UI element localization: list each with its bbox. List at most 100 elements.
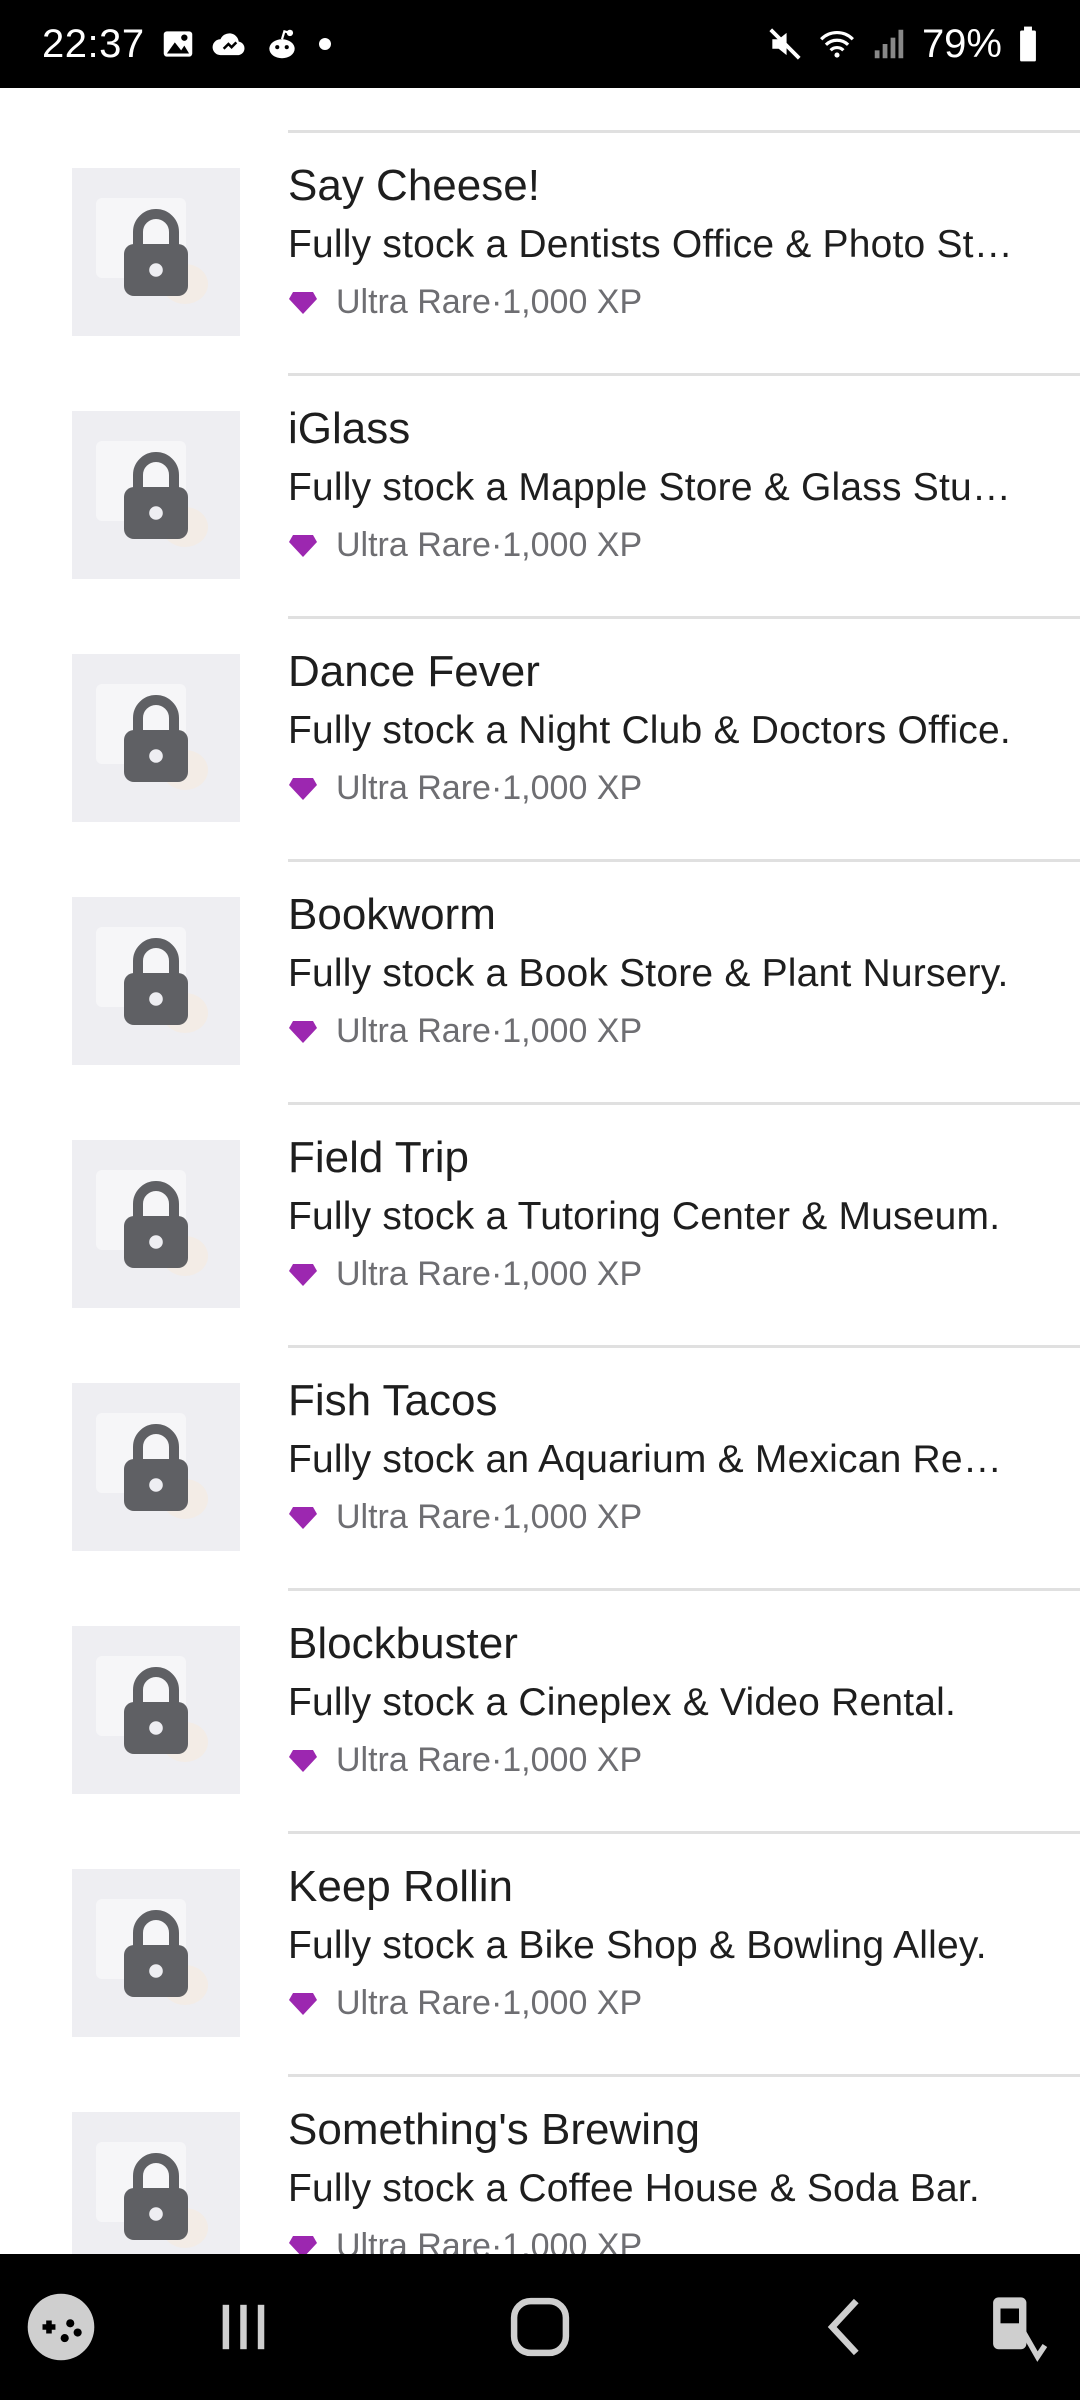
screen-pin-icon[interactable]: [982, 2290, 1056, 2364]
achievement-item[interactable]: Say Cheese! Fully stock a Dentists Offic…: [0, 133, 1080, 376]
gem-icon: [288, 1020, 318, 1044]
gem-icon: [288, 1749, 318, 1773]
status-bar: 22:37 79%: [0, 0, 1080, 88]
signal-icon: [870, 25, 908, 63]
achievement-title: Fish Tacos: [288, 1376, 498, 1425]
battery-icon: [1016, 25, 1040, 63]
achievement-xp: 1,000 XP: [502, 526, 643, 564]
achievement-title: Blockbuster: [288, 1619, 518, 1668]
achievement-xp: 1,000 XP: [502, 1255, 643, 1293]
achievement-item[interactable]: Keep Rollin Fully stock a Bike Shop & Bo…: [0, 1834, 1080, 2077]
lock-icon: [122, 2152, 190, 2242]
meta-separator: ·: [490, 2227, 503, 2254]
battery-percent: 79%: [921, 21, 1002, 66]
achievement-meta: Ultra Rare · 1,000 XP: [288, 769, 642, 808]
achievement-description: Fully stock a Dentists Office & Photo St…: [288, 223, 1018, 266]
achievement-item[interactable]: Blockbuster Fully stock a Cineplex & Vid…: [0, 1591, 1080, 1834]
achievement-meta: Ultra Rare · 1,000 XP: [288, 1255, 642, 1294]
achievement-thumbnail: [72, 168, 240, 336]
achievement-rarity: Ultra Rare: [336, 1255, 491, 1293]
meta-separator: ·: [490, 1012, 503, 1050]
achievement-xp: 1,000 XP: [502, 283, 643, 321]
achievement-rarity: Ultra Rare: [336, 769, 491, 807]
meta-separator: ·: [490, 1741, 503, 1779]
achievement-description: Fully stock a Cineplex & Video Rental.: [288, 1681, 957, 1724]
achievement-description: Fully stock a Night Club & Doctors Offic…: [288, 709, 1011, 752]
back-icon: [827, 2298, 859, 2356]
gem-icon: [288, 1506, 318, 1530]
lock-icon: [122, 1180, 190, 1270]
achievement-item[interactable]: iGlass Fully stock a Mapple Store & Glas…: [0, 376, 1080, 619]
achievement-thumbnail: [72, 1869, 240, 2037]
mute-icon: [766, 25, 804, 63]
lock-icon: [122, 937, 190, 1027]
achievement-list[interactable]: Say Cheese! Fully stock a Dentists Offic…: [0, 88, 1080, 2254]
achievement-title: Dance Fever: [288, 647, 540, 696]
lock-icon: [122, 451, 190, 541]
dot-icon: [315, 25, 335, 63]
image-icon: [159, 25, 197, 63]
home-button[interactable]: [503, 2290, 577, 2364]
achievement-thumbnail: [72, 1626, 240, 1794]
achievement-thumbnail: [72, 411, 240, 579]
status-time: 22:37: [42, 21, 145, 66]
achievement-xp: 1,000 XP: [502, 1012, 643, 1050]
lock-icon: [122, 694, 190, 784]
achievement-item[interactable]: Field Trip Fully stock a Tutoring Center…: [0, 1105, 1080, 1348]
achievement-rarity: Ultra Rare: [336, 2227, 491, 2254]
lock-icon: [122, 1666, 190, 1756]
achievement-title: Keep Rollin: [288, 1862, 514, 1911]
back-button[interactable]: [810, 2290, 884, 2364]
achievement-meta: Ultra Rare · 1,000 XP: [288, 1012, 642, 1051]
achievement-meta: Ultra Rare · 1,000 XP: [288, 2227, 642, 2254]
achievement-rarity: Ultra Rare: [336, 1012, 491, 1050]
achievement-meta: Ultra Rare · 1,000 XP: [288, 1498, 642, 1537]
meta-separator: ·: [490, 1255, 503, 1293]
recent-apps-icon[interactable]: [206, 2290, 280, 2364]
achievement-item[interactable]: Bookworm Fully stock a Book Store & Plan…: [0, 862, 1080, 1105]
achievement-description: Fully stock a Coffee House & Soda Bar.: [288, 2167, 980, 2210]
achievement-xp: 1,000 XP: [502, 1498, 643, 1536]
achievement-thumbnail: [72, 1140, 240, 1308]
gem-icon: [288, 1992, 318, 2016]
achievement-description: Fully stock a Tutoring Center & Museum.: [288, 1195, 1001, 1238]
achievement-xp: 1,000 XP: [502, 2227, 643, 2254]
gem-icon: [288, 777, 318, 801]
achievement-meta: Ultra Rare · 1,000 XP: [288, 1741, 642, 1780]
achievement-rarity: Ultra Rare: [336, 283, 491, 321]
navigation-bar: [0, 2254, 1080, 2400]
meta-separator: ·: [490, 1498, 503, 1536]
achievement-description: Fully stock a Mapple Store & Glass Studi…: [288, 466, 1018, 509]
game-launcher-icon[interactable]: [24, 2290, 98, 2364]
achievement-item[interactable]: Something's Brewing Fully stock a Coffee…: [0, 2077, 1080, 2254]
meta-separator: ·: [490, 526, 503, 564]
achievement-title: Something's Brewing: [288, 2105, 700, 2154]
cloud-icon: [211, 25, 249, 63]
achievement-xp: 1,000 XP: [502, 769, 643, 807]
achievement-rarity: Ultra Rare: [336, 1984, 491, 2022]
achievement-meta: Ultra Rare · 1,000 XP: [288, 283, 642, 322]
achievement-item[interactable]: Dance Fever Fully stock a Night Club & D…: [0, 619, 1080, 862]
achievement-xp: 1,000 XP: [502, 1984, 643, 2022]
gem-icon: [288, 2235, 318, 2254]
gem-icon: [288, 534, 318, 558]
achievement-thumbnail: [72, 2112, 240, 2254]
achievement-meta: Ultra Rare · 1,000 XP: [288, 526, 642, 565]
lock-icon: [122, 1909, 190, 1999]
home-icon: [510, 2297, 570, 2357]
achievement-title: Bookworm: [288, 890, 496, 939]
meta-separator: ·: [490, 1984, 503, 2022]
achievement-rarity: Ultra Rare: [336, 526, 491, 564]
gem-icon: [288, 291, 318, 315]
achievement-description: Fully stock an Aquarium & Mexican Restau…: [288, 1438, 1018, 1481]
achievement-thumbnail: [72, 897, 240, 1065]
achievement-thumbnail: [72, 1383, 240, 1551]
achievement-item[interactable]: Fish Tacos Fully stock an Aquarium & Mex…: [0, 1348, 1080, 1591]
meta-separator: ·: [490, 283, 503, 321]
achievement-meta: Ultra Rare · 1,000 XP: [288, 1984, 642, 2023]
lock-icon: [122, 208, 190, 298]
achievement-thumbnail: [72, 654, 240, 822]
achievement-xp: 1,000 XP: [502, 1741, 643, 1779]
achievement-rarity: Ultra Rare: [336, 1498, 491, 1536]
achievement-description: Fully stock a Bike Shop & Bowling Alley.: [288, 1924, 987, 1967]
